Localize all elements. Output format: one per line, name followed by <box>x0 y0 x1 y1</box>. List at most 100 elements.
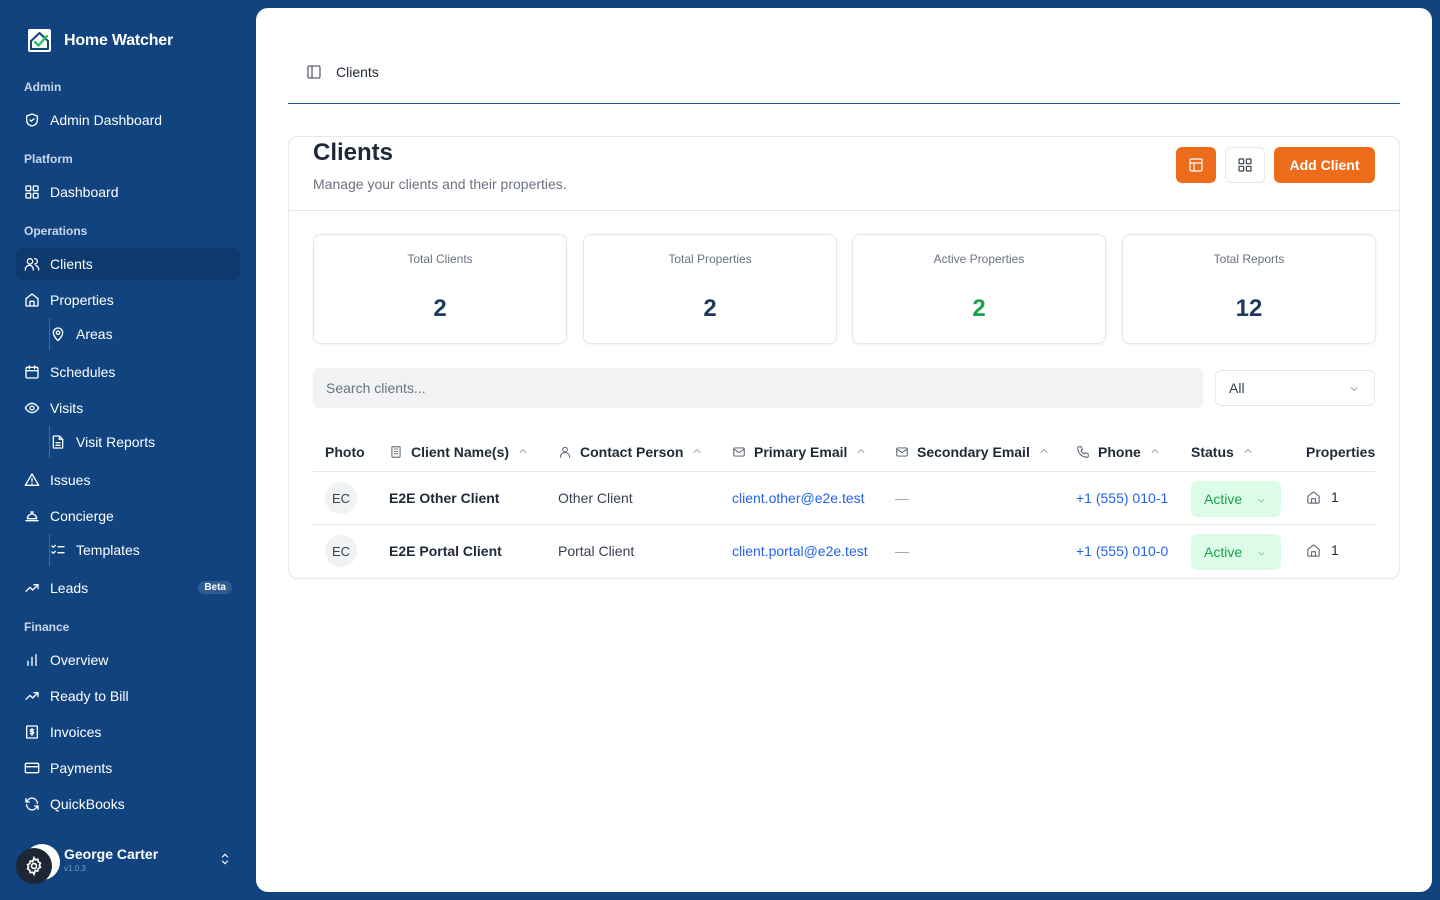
sidebar-item-label: Invoices <box>50 724 102 740</box>
sidebar-item-ready-to-bill[interactable]: Ready to Bill <box>16 680 240 712</box>
sidebar-item-invoices[interactable]: Invoices <box>16 716 240 748</box>
sidebar-item-concierge[interactable]: Concierge <box>16 500 240 532</box>
chevron-down-icon <box>1256 493 1267 509</box>
user-menu[interactable]: George Carter v1.0.3 <box>16 840 240 884</box>
sidebar-item-label: Admin Dashboard <box>50 112 163 128</box>
column-header-client-names[interactable]: Client Name(s) <box>389 444 529 460</box>
table-row[interactable]: EC E2E Other Client Other Client client.… <box>313 472 1375 525</box>
mail-icon <box>733 447 745 457</box>
settings-button[interactable] <box>16 848 52 884</box>
stat-value: 2 <box>703 295 717 322</box>
users-icon <box>24 256 40 272</box>
sidebar-item-visits[interactable]: Visits <box>16 392 240 424</box>
sidebar-item-label: Visits <box>50 400 84 416</box>
home-icon <box>1307 490 1320 504</box>
file-text-icon <box>50 434 66 450</box>
concierge-bell-icon <box>24 508 40 524</box>
sidebar-item-label: Payments <box>50 760 113 776</box>
table-icon <box>1189 158 1203 172</box>
column-header-contact-person[interactable]: Contact Person <box>558 444 703 460</box>
properties-count-value: 1 <box>1331 489 1339 505</box>
section-label-platform: Platform <box>24 152 73 166</box>
sidebar-item-clients[interactable]: Clients <box>16 248 240 280</box>
stat-card-total-clients: Total Clients 2 <box>313 234 567 344</box>
gear-icon <box>26 856 42 876</box>
stat-label: Active Properties <box>933 252 1025 266</box>
status-select[interactable]: Active <box>1191 481 1281 517</box>
sidebar-item-payments[interactable]: Payments <box>16 752 240 784</box>
user-icon <box>559 446 571 458</box>
column-header-label: Phone <box>1098 444 1141 460</box>
credit-card-icon <box>24 760 40 776</box>
sidebar-toggle-button[interactable] <box>306 64 322 80</box>
properties-count-value: 1 <box>1331 542 1339 558</box>
sort-asc-icon[interactable] <box>1038 444 1050 460</box>
column-header-properties: Properties <box>1306 444 1375 460</box>
sidebar-item-overview[interactable]: Overview <box>16 644 240 676</box>
sidebar-item-areas[interactable]: Areas <box>42 318 240 350</box>
filter-value: All <box>1229 380 1245 396</box>
sidebar-item-admin-dashboard[interactable]: Admin Dashboard <box>16 104 240 136</box>
column-header-status[interactable]: Status <box>1191 444 1254 460</box>
sidebar-item-label: Ready to Bill <box>50 688 129 704</box>
sidebar-item-label: Issues <box>50 472 91 488</box>
mail-icon <box>896 447 908 457</box>
column-header-secondary-email[interactable]: Secondary Email <box>895 444 1050 460</box>
phone-link[interactable]: +1 (555) 010-0 <box>1076 543 1168 559</box>
sort-asc-icon[interactable] <box>691 444 703 460</box>
sort-asc-icon[interactable] <box>1242 444 1254 460</box>
phone-link[interactable]: +1 (555) 010-1 <box>1076 490 1168 506</box>
column-header-label: Contact Person <box>580 444 684 460</box>
primary-email-link[interactable]: client.portal@e2e.test <box>732 543 868 559</box>
card-header: Clients Manage your clients and their pr… <box>289 137 1399 211</box>
calendar-icon <box>24 364 40 380</box>
trending-up-icon <box>24 688 40 704</box>
client-name[interactable]: E2E Portal Client <box>389 543 502 559</box>
sort-asc-icon[interactable] <box>517 444 529 460</box>
contact-person: Portal Client <box>558 543 635 559</box>
list-checks-icon <box>50 542 66 558</box>
sidebar-item-label: Schedules <box>50 364 116 380</box>
sidebar-item-leads[interactable]: Leads Beta <box>16 572 240 604</box>
table-view-button[interactable] <box>1176 147 1216 183</box>
brand[interactable]: Home Watcher <box>27 28 173 53</box>
client-name[interactable]: E2E Other Client <box>389 490 499 506</box>
sidebar-item-label: Templates <box>76 542 140 558</box>
sidebar-item-schedules[interactable]: Schedules <box>16 356 240 388</box>
column-header-phone[interactable]: Phone <box>1076 444 1161 460</box>
main-panel: Clients Clients Manage your clients and … <box>256 8 1432 892</box>
primary-email-link[interactable]: client.other@e2e.test <box>732 490 865 506</box>
column-header-photo: Photo <box>325 444 365 460</box>
status-filter-select[interactable]: All <box>1215 370 1375 406</box>
chevron-down-icon <box>1348 382 1360 398</box>
stat-card-total-properties: Total Properties 2 <box>583 234 837 344</box>
grid-view-button[interactable] <box>1225 147 1265 183</box>
app-version: v1.0.3 <box>64 864 86 873</box>
alert-triangle-icon <box>24 472 40 488</box>
column-header-label: Properties <box>1306 444 1376 460</box>
table-header: Photo Client Name(s) Contact Person Prim… <box>313 432 1375 472</box>
user-name: George Carter <box>64 846 159 862</box>
stat-label: Total Reports <box>1213 252 1285 266</box>
table-row[interactable]: EC E2E Portal Client Portal Client clien… <box>313 525 1375 578</box>
sidebar-item-quickbooks[interactable]: QuickBooks <box>16 788 240 820</box>
top-bar: Clients <box>288 8 1400 104</box>
sort-asc-icon[interactable] <box>1149 444 1161 460</box>
add-client-button[interactable]: Add Client <box>1274 147 1375 183</box>
status-select[interactable]: Active <box>1191 534 1281 570</box>
phone-icon <box>1077 446 1089 458</box>
column-header-primary-email[interactable]: Primary Email <box>732 444 867 460</box>
clients-card: Clients Manage your clients and their pr… <box>288 136 1400 579</box>
refresh-icon <box>24 796 40 812</box>
search-input[interactable] <box>313 368 1203 408</box>
page-subtitle: Manage your clients and their properties… <box>313 176 567 192</box>
sidebar-item-visit-reports[interactable]: Visit Reports <box>42 426 240 458</box>
sidebar-item-issues[interactable]: Issues <box>16 464 240 496</box>
sidebar-item-dashboard[interactable]: Dashboard <box>16 176 240 208</box>
secondary-email: — <box>895 543 909 559</box>
sidebar-item-label: Concierge <box>50 508 114 524</box>
eye-icon <box>24 400 40 416</box>
sidebar-item-properties[interactable]: Properties <box>16 284 240 316</box>
sort-asc-icon[interactable] <box>855 444 867 460</box>
sidebar-item-templates[interactable]: Templates <box>42 534 240 566</box>
